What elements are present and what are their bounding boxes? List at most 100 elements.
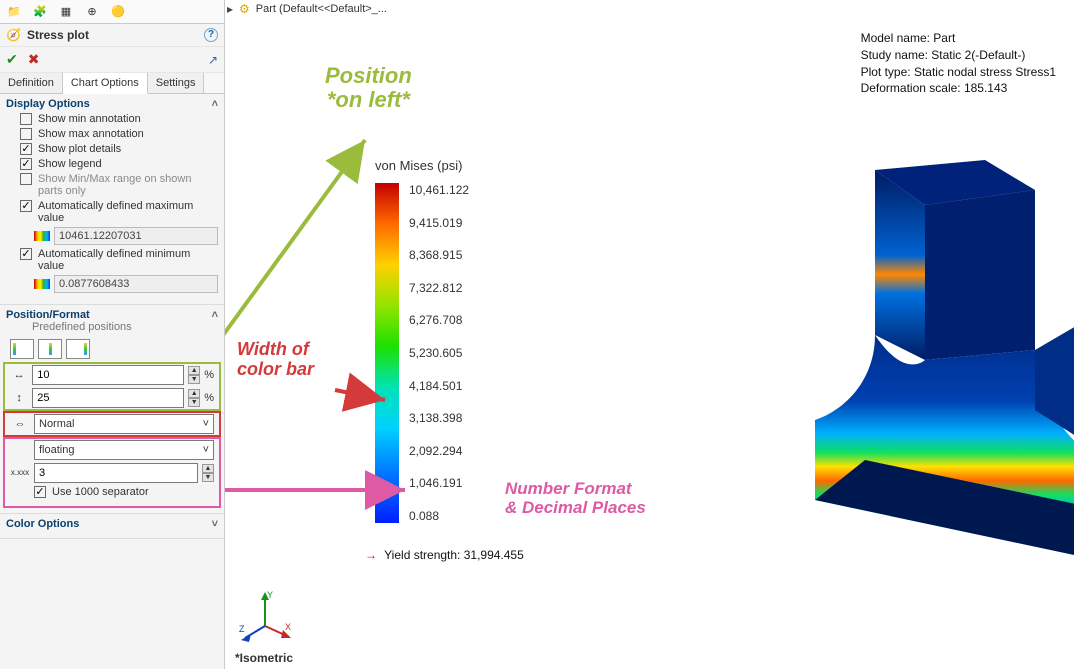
y-position-spinner[interactable]: ▲▼: [188, 389, 200, 407]
use-1000-sep-checkbox[interactable]: [34, 486, 46, 498]
tick: 8,368.915: [409, 248, 469, 262]
svg-text:X: X: [285, 622, 291, 632]
position-format-section: Position/Format ˄ Predefined positions ↔…: [0, 305, 224, 514]
color-options-header[interactable]: Color Options ˅: [6, 518, 218, 530]
predef-position-buttons: [10, 339, 218, 359]
breadcrumb: ▸ ⚙ Part (Default<<Default>_...: [227, 2, 387, 16]
decimals-icon: x.xxx: [10, 464, 30, 482]
annot-width: Width of color bar: [237, 340, 314, 380]
color-options-section: Color Options ˅: [0, 514, 224, 539]
show-legend-checkbox[interactable]: [20, 158, 32, 170]
display-manager-icon[interactable]: 🟡: [110, 4, 126, 20]
percent-unit: %: [204, 392, 214, 404]
fea-result-part[interactable]: [785, 160, 1074, 590]
auto-min-row[interactable]: Automatically defined minimum value: [20, 248, 218, 272]
svg-text:Z: Z: [239, 624, 245, 634]
breadcrumb-arrow-icon[interactable]: ▸: [227, 2, 233, 16]
display-options-section: Display Options ˄ Show min annotation Sh…: [0, 94, 224, 305]
show-max-row[interactable]: Show max annotation: [20, 128, 218, 140]
decimals-spinner[interactable]: ▲▼: [202, 464, 214, 482]
legend[interactable]: von Mises (psi) 10,461.122 9,415.019 8,3…: [375, 158, 469, 523]
view-triad[interactable]: Y X Z: [237, 586, 293, 645]
tick: 1,046.191: [409, 476, 469, 490]
show-min-row[interactable]: Show min annotation: [20, 113, 218, 125]
legend-ticks: 10,461.122 9,415.019 8,368.915 7,322.812…: [409, 183, 469, 523]
show-max-checkbox[interactable]: [20, 128, 32, 140]
tick: 3,138.398: [409, 411, 469, 425]
legend-y-icon: ↕: [10, 389, 28, 407]
chevron-down-icon: ˅: [203, 444, 209, 456]
tick: 10,461.122: [409, 183, 469, 197]
pos-center-button[interactable]: [38, 339, 62, 359]
tick: 9,415.019: [409, 216, 469, 230]
panel-title: Stress plot: [27, 28, 89, 42]
info-deform: Deformation scale: 185.143: [861, 80, 1056, 97]
auto-min-checkbox[interactable]: [20, 248, 32, 260]
tab-chart-options[interactable]: Chart Options: [63, 73, 148, 94]
width-select[interactable]: Normal ˅: [34, 414, 214, 434]
y-position-input[interactable]: [32, 388, 184, 408]
max-value-field: 10461.12207031: [54, 227, 218, 245]
breadcrumb-text[interactable]: Part (Default<<Default>_...: [256, 3, 387, 15]
legend-body: 10,461.122 9,415.019 8,368.915 7,322.812…: [375, 183, 469, 523]
feature-tree-icon[interactable]: 📁: [6, 4, 22, 20]
auto-max-row[interactable]: Automatically defined maximum value: [20, 200, 218, 224]
pos-right-button[interactable]: [66, 339, 90, 359]
tick: 0.088: [409, 509, 469, 523]
chevron-up-icon: ˄: [212, 309, 218, 321]
auto-max-checkbox[interactable]: [20, 200, 32, 212]
max-color-icon: [34, 231, 50, 241]
yield-arrow-icon: →: [365, 548, 377, 562]
help-icon[interactable]: ?: [204, 28, 218, 42]
confirm-row: ✔ ✖ ↗: [0, 47, 224, 73]
display-options-header[interactable]: Display Options ˄: [6, 98, 218, 110]
info-study: Study name: Static 2(-Default-): [861, 47, 1056, 64]
panel-title-row: 🧭 Stress plot ?: [0, 24, 224, 47]
x-position-row: ↔ ▲▼ %: [10, 365, 214, 385]
position-group-highlight: ↔ ▲▼ % ↕ ▲▼ %: [6, 365, 218, 408]
property-manager-panel: 📁 🧩 ▦ ⊕ 🟡 🧭 Stress plot ? ✔ ✖ ↗ Definiti…: [0, 0, 225, 669]
info-model: Model name: Part: [861, 30, 1056, 47]
numfmt-group-highlight: floating ˅ x.xxx ▲▼ Use 1000 separator: [6, 440, 218, 505]
position-format-header[interactable]: Position/Format ˄: [6, 309, 218, 321]
show-plot-details-row[interactable]: Show plot details: [20, 143, 218, 155]
max-value-row: 10461.12207031: [34, 227, 218, 245]
y-position-row: ↕ ▲▼ %: [10, 388, 214, 408]
config-manager-icon[interactable]: ▦: [58, 4, 74, 20]
yield-strength-row: → Yield strength: 31,994.455: [365, 548, 524, 562]
show-min-checkbox[interactable]: [20, 113, 32, 125]
view-name-label: *Isometric: [235, 651, 293, 665]
minmax-range-checkbox: [20, 173, 32, 185]
legend-width-icon: ⇔: [10, 415, 30, 433]
stress-plot-icon: 🧭: [6, 28, 21, 42]
show-legend-row[interactable]: Show legend: [20, 158, 218, 170]
property-manager-icon[interactable]: 🧩: [32, 4, 48, 20]
pin-icon[interactable]: ↗: [208, 53, 218, 67]
width-group-highlight: ⇔ Normal ˅: [6, 414, 218, 434]
ok-icon[interactable]: ✔: [6, 51, 18, 68]
use-1000-sep-row[interactable]: Use 1000 separator: [34, 486, 218, 498]
tab-definition[interactable]: Definition: [0, 73, 63, 93]
feature-manager-tabs: 📁 🧩 ▦ ⊕ 🟡: [0, 0, 224, 24]
part-icon: ⚙: [239, 2, 250, 16]
tab-settings[interactable]: Settings: [148, 73, 205, 93]
tick: 5,230.605: [409, 346, 469, 360]
cancel-icon[interactable]: ✖: [28, 51, 40, 68]
x-position-input[interactable]: [32, 365, 184, 385]
tick: 2,092.294: [409, 444, 469, 458]
graphics-area[interactable]: ▸ ⚙ Part (Default<<Default>_... Model na…: [225, 0, 1074, 669]
legend-title: von Mises (psi): [375, 158, 469, 173]
info-plottype: Plot type: Static nodal stress Stress1: [861, 64, 1056, 81]
tick: 6,276.708: [409, 313, 469, 327]
dimxpert-icon[interactable]: ⊕: [84, 4, 100, 20]
plot-details-block: Model name: Part Study name: Static 2(-D…: [861, 30, 1056, 97]
decimals-input[interactable]: [34, 463, 198, 483]
predef-label: Predefined positions: [32, 321, 218, 333]
min-color-icon: [34, 279, 50, 289]
decimals-row: x.xxx ▲▼: [10, 463, 214, 483]
show-plot-details-checkbox[interactable]: [20, 143, 32, 155]
pos-left-button[interactable]: [10, 339, 34, 359]
number-format-select[interactable]: floating ˅: [34, 440, 214, 460]
tick: 7,322.812: [409, 281, 469, 295]
x-position-spinner[interactable]: ▲▼: [188, 366, 200, 384]
